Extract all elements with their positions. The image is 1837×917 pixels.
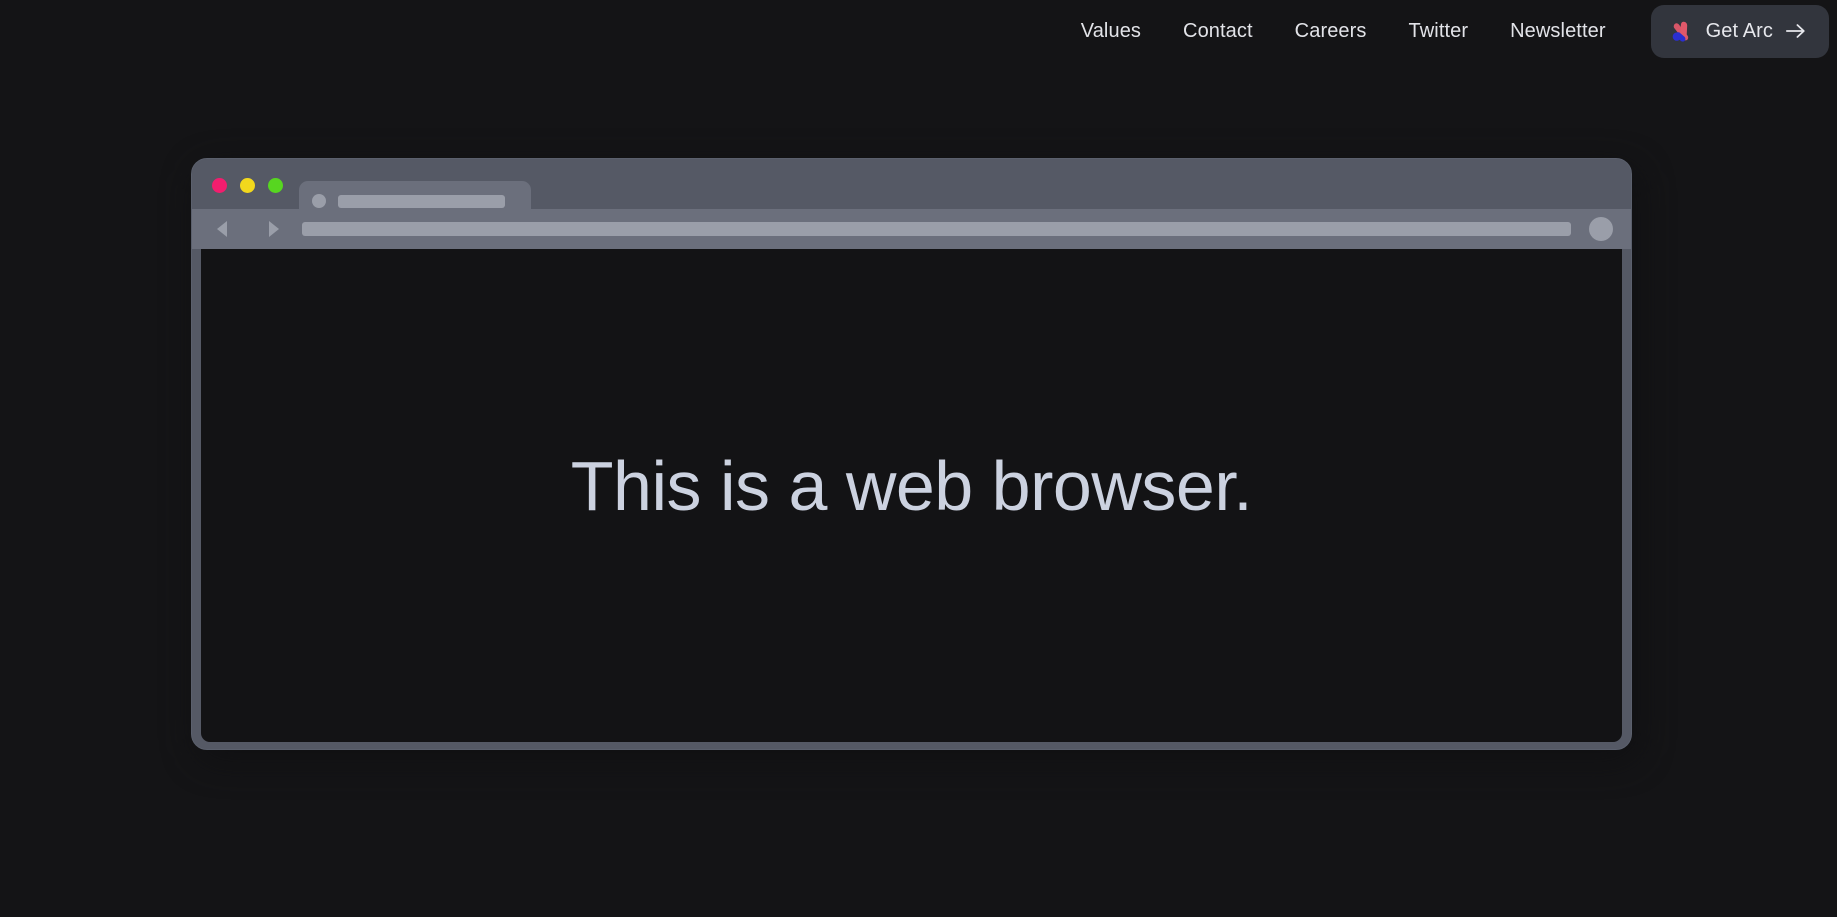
arrow-right-icon bbox=[1785, 21, 1807, 41]
minimize-window-dot[interactable] bbox=[240, 178, 255, 193]
nav-links: Values Contact Careers Twitter Newslette… bbox=[1060, 13, 1627, 49]
chevron-left-icon[interactable] bbox=[206, 217, 240, 241]
get-arc-label: Get Arc bbox=[1705, 20, 1773, 42]
nav-link-twitter[interactable]: Twitter bbox=[1388, 13, 1490, 49]
nav-link-values[interactable]: Values bbox=[1060, 13, 1162, 49]
address-bar-placeholder[interactable] bbox=[302, 222, 1571, 236]
tab-title-placeholder bbox=[338, 194, 505, 208]
close-window-dot[interactable] bbox=[212, 178, 227, 193]
nav-link-contact[interactable]: Contact bbox=[1162, 13, 1274, 49]
browser-window-mockup: This is a web browser. bbox=[191, 158, 1632, 750]
top-navigation: Values Contact Careers Twitter Newslette… bbox=[0, 0, 1837, 62]
browser-toolbar bbox=[192, 209, 1631, 249]
chevron-right-icon[interactable] bbox=[256, 217, 290, 241]
maximize-window-dot[interactable] bbox=[268, 178, 283, 193]
browser-titlebar bbox=[192, 159, 1631, 221]
nav-link-careers[interactable]: Careers bbox=[1274, 13, 1388, 49]
browser-viewport: This is a web browser. bbox=[201, 249, 1622, 742]
profile-circle-icon[interactable] bbox=[1589, 217, 1613, 241]
viewport-headline: This is a web browser. bbox=[570, 447, 1253, 525]
arc-logo-icon bbox=[1668, 18, 1694, 44]
nav-link-newsletter[interactable]: Newsletter bbox=[1489, 13, 1626, 49]
traffic-light-controls bbox=[192, 159, 283, 193]
favicon-placeholder-icon bbox=[312, 194, 326, 208]
get-arc-button[interactable]: Get Arc bbox=[1650, 4, 1829, 58]
